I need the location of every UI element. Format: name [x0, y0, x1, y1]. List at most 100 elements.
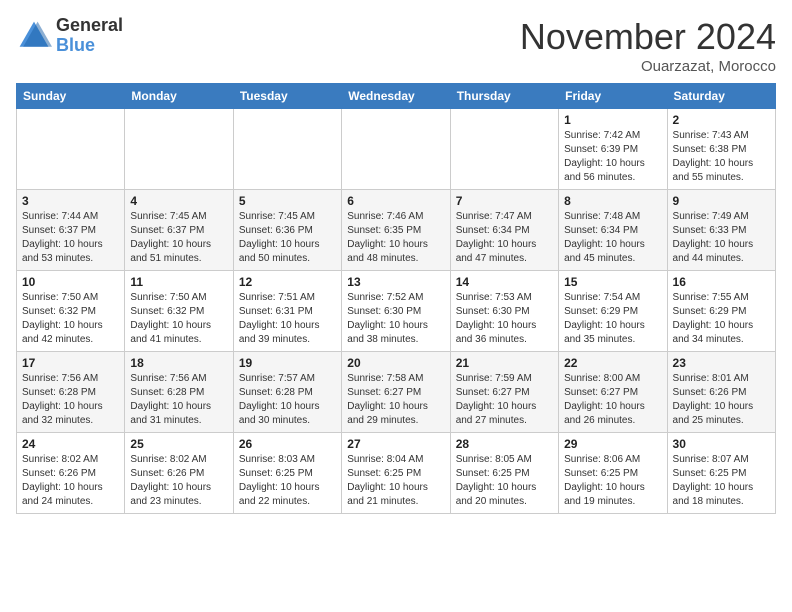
calendar-week-row: 17 Sunrise: 7:56 AMSunset: 6:28 PMDayligh… — [17, 352, 776, 433]
day-number: 28 — [456, 437, 553, 451]
calendar-cell: 30 Sunrise: 8:07 AMSunset: 6:25 PMDayligh… — [667, 433, 775, 514]
calendar-cell: 13 Sunrise: 7:52 AMSunset: 6:30 PMDayligh… — [342, 271, 450, 352]
day-number: 9 — [673, 194, 770, 208]
day-number: 5 — [239, 194, 336, 208]
day-info: Sunrise: 8:04 AMSunset: 6:25 PMDaylight:… — [347, 453, 444, 509]
calendar-cell: 5 Sunrise: 7:45 AMSunset: 6:36 PMDaylight… — [233, 190, 341, 271]
calendar-cell: 29Sunrise: 8:06 AMSunset: 6:25 PMDayligh… — [559, 433, 667, 514]
day-number: 12 — [239, 275, 336, 289]
day-number: 7 — [456, 194, 553, 208]
day-number: 11 — [130, 275, 227, 289]
title-block: November 2024 Ouarzazat, Morocco — [520, 16, 776, 75]
calendar-cell: 23Sunrise: 8:01 AMSunset: 6:26 PMDayligh… — [667, 352, 775, 433]
day-info: Sunrise: 8:00 AMSunset: 6:27 PMDaylight:… — [564, 372, 661, 428]
calendar-day-header: Tuesday — [233, 84, 341, 109]
calendar-cell: 22 Sunrise: 8:00 AMSunset: 6:27 PMDayligh… — [559, 352, 667, 433]
calendar-cell: 10 Sunrise: 7:50 AMSunset: 6:32 PMDayligh… — [17, 271, 125, 352]
calendar-day-header: Monday — [125, 84, 233, 109]
day-info: Sunrise: 7:46 AMSunset: 6:35 PMDaylight:… — [347, 210, 444, 266]
calendar-cell: 11 Sunrise: 7:50 AMSunset: 6:32 PMDayligh… — [125, 271, 233, 352]
calendar-day-header: Sunday — [17, 84, 125, 109]
calendar-day-header: Wednesday — [342, 84, 450, 109]
day-info: Sunrise: 7:57 AMSunset: 6:28 PMDaylight:… — [239, 372, 336, 428]
page-header: General Blue November 2024 Ouarzazat, Mo… — [16, 16, 776, 75]
calendar-cell: 6Sunrise: 7:46 AMSunset: 6:35 PMDaylight… — [342, 190, 450, 271]
day-number: 8 — [564, 194, 661, 208]
day-info: Sunrise: 7:50 AMSunset: 6:32 PMDaylight:… — [22, 291, 119, 347]
calendar-cell: 16Sunrise: 7:55 AMSunset: 6:29 PMDayligh… — [667, 271, 775, 352]
calendar-cell: 7Sunrise: 7:47 AMSunset: 6:34 PMDaylight… — [450, 190, 558, 271]
calendar-cell — [233, 109, 341, 190]
day-info: Sunrise: 8:03 AMSunset: 6:25 PMDaylight:… — [239, 453, 336, 509]
day-number: 13 — [347, 275, 444, 289]
day-info: Sunrise: 7:42 AMSunset: 6:39 PMDaylight:… — [564, 129, 661, 185]
day-number: 3 — [22, 194, 119, 208]
calendar-cell: 9 Sunrise: 7:49 AMSunset: 6:33 PMDaylight… — [667, 190, 775, 271]
calendar-cell — [125, 109, 233, 190]
logo-general-text: General — [56, 16, 123, 36]
day-info: Sunrise: 7:48 AMSunset: 6:34 PMDaylight:… — [564, 210, 661, 266]
day-info: Sunrise: 7:43 AMSunset: 6:38 PMDaylight:… — [673, 129, 770, 185]
calendar-week-row: 10 Sunrise: 7:50 AMSunset: 6:32 PMDayligh… — [17, 271, 776, 352]
day-number: 4 — [130, 194, 227, 208]
day-info: Sunrise: 7:53 AMSunset: 6:30 PMDaylight:… — [456, 291, 553, 347]
calendar-header-row: SundayMondayTuesdayWednesdayThursdayFrid… — [17, 84, 776, 109]
calendar-cell: 21Sunrise: 7:59 AMSunset: 6:27 PMDayligh… — [450, 352, 558, 433]
logo-icon — [16, 18, 52, 54]
calendar-cell: 18 Sunrise: 7:56 AMSunset: 6:28 PMDayligh… — [125, 352, 233, 433]
calendar-cell: 1 Sunrise: 7:42 AMSunset: 6:39 PMDaylight… — [559, 109, 667, 190]
day-number: 16 — [673, 275, 770, 289]
day-info: Sunrise: 8:02 AMSunset: 6:26 PMDaylight:… — [22, 453, 119, 509]
calendar-cell: 27 Sunrise: 8:04 AMSunset: 6:25 PMDayligh… — [342, 433, 450, 514]
month-title: November 2024 — [520, 16, 776, 58]
day-number: 14 — [456, 275, 553, 289]
logo-blue-text: Blue — [56, 36, 123, 56]
day-info: Sunrise: 8:05 AMSunset: 6:25 PMDaylight:… — [456, 453, 553, 509]
day-info: Sunrise: 7:59 AMSunset: 6:27 PMDaylight:… — [456, 372, 553, 428]
day-number: 27 — [347, 437, 444, 451]
day-info: Sunrise: 7:50 AMSunset: 6:32 PMDaylight:… — [130, 291, 227, 347]
day-info: Sunrise: 7:56 AMSunset: 6:28 PMDaylight:… — [22, 372, 119, 428]
day-number: 15 — [564, 275, 661, 289]
calendar-cell: 26Sunrise: 8:03 AMSunset: 6:25 PMDayligh… — [233, 433, 341, 514]
calendar-cell: 14 Sunrise: 7:53 AMSunset: 6:30 PMDayligh… — [450, 271, 558, 352]
calendar-cell: 17 Sunrise: 7:56 AMSunset: 6:28 PMDayligh… — [17, 352, 125, 433]
calendar-cell: 12 Sunrise: 7:51 AMSunset: 6:31 PMDayligh… — [233, 271, 341, 352]
day-info: Sunrise: 7:54 AMSunset: 6:29 PMDaylight:… — [564, 291, 661, 347]
calendar-table: SundayMondayTuesdayWednesdayThursdayFrid… — [16, 83, 776, 514]
day-info: Sunrise: 7:52 AMSunset: 6:30 PMDaylight:… — [347, 291, 444, 347]
day-info: Sunrise: 8:07 AMSunset: 6:25 PMDaylight:… — [673, 453, 770, 509]
calendar-cell: 15 Sunrise: 7:54 AMSunset: 6:29 PMDayligh… — [559, 271, 667, 352]
day-info: Sunrise: 7:44 AMSunset: 6:37 PMDaylight:… — [22, 210, 119, 266]
day-number: 24 — [22, 437, 119, 451]
day-number: 2 — [673, 113, 770, 127]
day-info: Sunrise: 7:49 AMSunset: 6:33 PMDaylight:… — [673, 210, 770, 266]
calendar-cell: 28 Sunrise: 8:05 AMSunset: 6:25 PMDayligh… — [450, 433, 558, 514]
day-number: 23 — [673, 356, 770, 370]
calendar-day-header: Friday — [559, 84, 667, 109]
calendar-cell: 3 Sunrise: 7:44 AMSunset: 6:37 PMDaylight… — [17, 190, 125, 271]
calendar-cell: 8 Sunrise: 7:48 AMSunset: 6:34 PMDaylight… — [559, 190, 667, 271]
day-number: 18 — [130, 356, 227, 370]
day-info: Sunrise: 8:02 AMSunset: 6:26 PMDaylight:… — [130, 453, 227, 509]
day-number: 1 — [564, 113, 661, 127]
calendar-cell: 19 Sunrise: 7:57 AMSunset: 6:28 PMDayligh… — [233, 352, 341, 433]
calendar-cell: 20Sunrise: 7:58 AMSunset: 6:27 PMDayligh… — [342, 352, 450, 433]
calendar-week-row: 1 Sunrise: 7:42 AMSunset: 6:39 PMDaylight… — [17, 109, 776, 190]
day-number: 10 — [22, 275, 119, 289]
location: Ouarzazat, Morocco — [520, 58, 776, 75]
calendar-cell — [342, 109, 450, 190]
day-info: Sunrise: 7:45 AMSunset: 6:37 PMDaylight:… — [130, 210, 227, 266]
calendar-cell: 2 Sunrise: 7:43 AMSunset: 6:38 PMDaylight… — [667, 109, 775, 190]
day-info: Sunrise: 7:56 AMSunset: 6:28 PMDaylight:… — [130, 372, 227, 428]
day-info: Sunrise: 8:06 AMSunset: 6:25 PMDaylight:… — [564, 453, 661, 509]
day-info: Sunrise: 7:51 AMSunset: 6:31 PMDaylight:… — [239, 291, 336, 347]
day-number: 25 — [130, 437, 227, 451]
day-number: 20 — [347, 356, 444, 370]
day-number: 22 — [564, 356, 661, 370]
day-number: 17 — [22, 356, 119, 370]
calendar-week-row: 3 Sunrise: 7:44 AMSunset: 6:37 PMDaylight… — [17, 190, 776, 271]
day-number: 30 — [673, 437, 770, 451]
day-info: Sunrise: 7:45 AMSunset: 6:36 PMDaylight:… — [239, 210, 336, 266]
day-number: 19 — [239, 356, 336, 370]
